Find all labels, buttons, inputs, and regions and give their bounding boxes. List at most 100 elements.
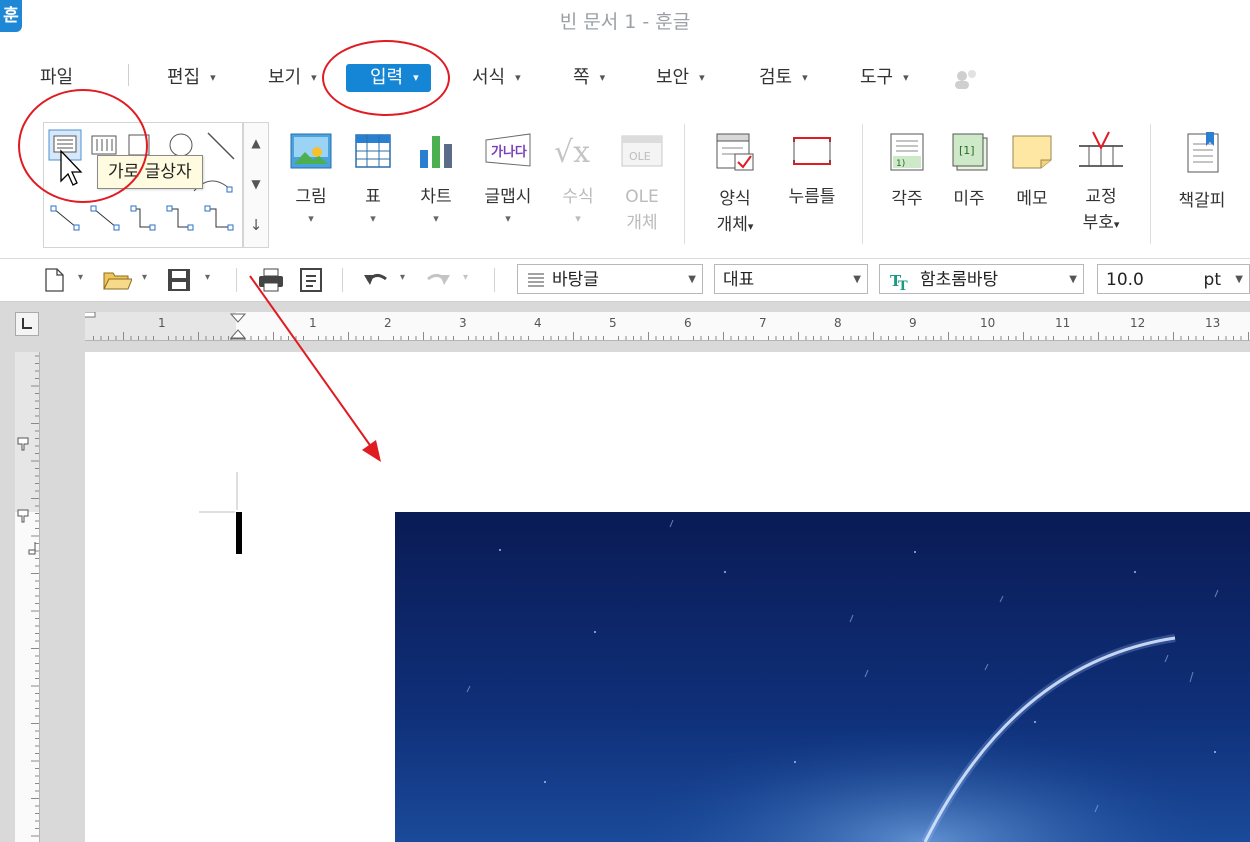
ruler-number: 3 [459,316,467,330]
chart-icon [420,136,452,168]
ruler-number: 4 [534,316,542,330]
press-frame-icon [793,137,831,165]
connector-double-elbow-icon[interactable] [204,205,234,231]
chevron-down-icon: ▾ [433,212,439,225]
insert-footnote-button[interactable]: 1) 각주 [884,132,930,212]
svg-text:[1]: [1] [959,144,975,157]
svg-text:√x: √x [554,135,590,170]
insert-table-button[interactable]: 표 ▾ [350,132,396,225]
insert-press-frame-button[interactable]: 누름틀 [780,132,844,210]
insert-wordart-button[interactable]: 가나다 글맵시 ▾ [478,132,538,225]
vertical-ruler-ticks [15,352,39,837]
ruler-number: 11 [1055,316,1071,330]
outline-style-select[interactable]: 대표 ▼ [714,264,868,294]
insert-memo-button[interactable]: 메모 [1008,132,1056,212]
ruler-number: 13 [1205,316,1221,330]
ruler-number: 9 [909,316,917,330]
insert-chart-button[interactable]: 차트 ▾ [413,132,459,225]
chevron-down-icon: ▾ [505,212,511,225]
chevron-down-icon: ▾ [515,71,521,84]
scroll-down-icon[interactable]: ▼ [244,164,268,205]
chevron-down-icon[interactable]: ▾ [400,272,405,283]
svg-text:OLE: OLE [629,150,651,163]
truetype-font-icon: T T [890,272,908,291]
form-object-icon [716,133,754,171]
save-icon[interactable] [166,267,192,293]
proofreading-mark-icon [1079,131,1123,167]
bookmark-icon [1187,132,1219,173]
line-icon[interactable] [207,132,235,160]
redo-icon[interactable] [424,267,452,293]
insert-formula-button[interactable]: √x 수식 ▾ [550,132,606,225]
text-caret [236,512,242,554]
chevron-down-icon: ▼ [1069,274,1077,285]
connector-straight-icon[interactable] [50,205,80,231]
insert-endnote-button[interactable]: [1] 미주 [946,132,992,212]
tab-type-button[interactable] [15,312,39,336]
menu-page[interactable]: 쪽 ▾ [573,64,605,92]
insert-bookmark-button[interactable]: 책갈피 [1170,130,1234,214]
connector-elbow-arrow-icon[interactable] [166,205,194,231]
ruler-number: 10 [980,316,996,330]
chevron-down-icon[interactable]: ▼ [1235,265,1243,295]
menu-format[interactable]: 서식 ▾ [472,64,521,92]
chevron-down-icon: ▾ [1113,218,1120,231]
footnote-icon: 1) [890,133,924,171]
chevron-down-icon[interactable]: ▾ [205,272,210,283]
ole-object-icon: OLE [621,135,663,167]
chevron-down-icon: ▼ [853,274,861,285]
toolbar-divider [236,268,237,292]
ellipse-icon[interactable] [169,133,193,157]
picture-icon [290,133,332,169]
scroll-up-icon[interactable]: ▲ [244,123,268,164]
chevron-down-icon: ▾ [370,212,376,225]
chevron-down-icon: ▾ [903,71,909,84]
chevron-down-icon: ▾ [599,71,606,84]
wordart-icon: 가나다 [485,133,531,167]
ribbon-divider [862,124,863,244]
shape-gallery-scroll: ▲ ▼ ↓ [243,122,269,248]
chevron-down-icon: ▾ [210,71,216,84]
chevron-down-icon: ▾ [575,212,581,225]
chevron-down-icon[interactable]: ▾ [142,272,147,283]
ruler-number: 6 [684,316,692,330]
memo-icon [1012,135,1052,169]
toolbar-divider [494,268,495,292]
rocket-launch-image[interactable] [395,512,1250,842]
insert-picture-button[interactable]: 그림 ▾ [286,132,336,225]
menu-view[interactable]: 보기 ▾ [268,64,317,92]
ruler-number: 1 [158,316,166,330]
svg-text:T: T [898,279,908,291]
chevron-down-icon: ▾ [311,71,317,84]
insert-ole-object-button[interactable]: OLE OLE 개체 [617,132,667,236]
svg-text:1): 1) [896,159,905,169]
font-select[interactable]: T T 함초롬바탕 ▼ [879,264,1084,294]
menu-bar: 파일 편집 ▾ 보기 ▾ 입력 ▾ 서식 ▾ 쪽 ▾ 보안 ▾ 검토 ▾ 도구 ▾ [0,52,1250,100]
menu-file[interactable]: 파일 [40,64,73,92]
chevron-down-icon[interactable]: ▾ [78,272,83,283]
formula-icon: √x [554,135,590,170]
menu-review[interactable]: 검토 ▾ [759,64,808,92]
insert-proofreading-mark-button[interactable]: 교정 부호▾ [1073,128,1129,238]
paragraph-style-select[interactable]: 바탕글 ▼ [517,264,703,294]
ruler-number: 5 [609,316,617,330]
ruler-number: 7 [759,316,767,330]
open-folder-icon[interactable] [102,267,132,293]
window-title: 빈 문서 1 - 훈글 [559,11,691,33]
connector-arrow-icon[interactable] [90,205,120,231]
ribbon-divider [1150,124,1151,244]
font-size-input[interactable]: 10.0 pt ▼ [1097,264,1250,294]
menu-edit[interactable]: 편집 ▾ [167,64,216,92]
annotation-circle-input-menu [322,40,450,116]
menu-security[interactable]: 보안 ▾ [656,64,705,92]
menu-tools[interactable]: 도구 ▾ [860,64,909,92]
expand-gallery-icon[interactable]: ↓ [244,205,268,246]
annotation-arrow [249,275,381,462]
table-icon [355,134,391,168]
new-document-icon[interactable] [42,267,66,293]
connector-elbow-icon[interactable] [130,205,156,231]
insert-form-object-button[interactable]: 양식 개체▾ [707,132,763,240]
help-user-icon[interactable] [952,68,978,90]
chevron-down-icon[interactable]: ▾ [463,272,468,283]
menu-divider [128,64,129,86]
